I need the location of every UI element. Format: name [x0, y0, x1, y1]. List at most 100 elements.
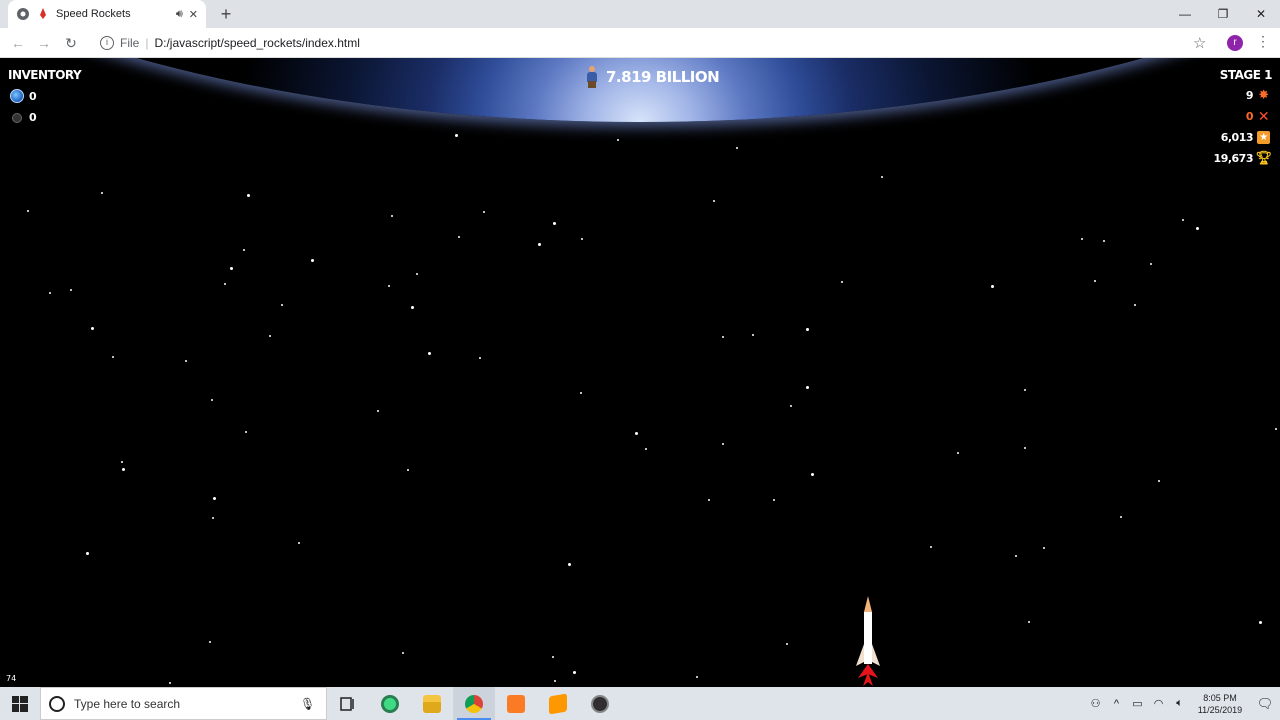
star — [1259, 621, 1262, 624]
address-bar[interactable]: i File | D:/javascript/speed_rockets/ind… — [90, 31, 1220, 55]
star — [708, 499, 710, 501]
bomb-icon — [12, 112, 22, 123]
star — [49, 292, 51, 294]
star — [169, 682, 171, 684]
new-tab-button[interactable]: + — [216, 4, 236, 24]
star — [91, 327, 94, 330]
star — [786, 643, 788, 645]
star — [213, 497, 216, 500]
star — [1158, 480, 1160, 482]
browser-menu-icon[interactable]: ⋮ — [1256, 33, 1270, 50]
info-icon[interactable]: i — [100, 36, 114, 50]
tab-close-icon[interactable]: ✕ — [189, 8, 198, 21]
bomb-count: 0 — [29, 111, 37, 124]
player-rocket[interactable] — [850, 594, 886, 687]
xampp-app[interactable] — [495, 687, 537, 720]
bookmark-star-icon[interactable]: ☆ — [1193, 34, 1206, 52]
clock-time: 8:05 PM — [1203, 692, 1237, 703]
star — [377, 410, 379, 412]
audio-playing-icon[interactable]: 🔊︎ — [176, 8, 183, 21]
star — [580, 392, 582, 394]
star — [1120, 516, 1122, 518]
battery-icon[interactable]: ▭ — [1127, 697, 1148, 710]
star — [212, 517, 214, 519]
maximize-button[interactable]: ❐ — [1204, 0, 1242, 28]
star — [1196, 227, 1199, 230]
star — [101, 192, 103, 194]
star — [112, 356, 114, 358]
game-canvas[interactable]: INVENTORY 0 0 7.819 BILLION STAGE 1 9 ✸ … — [0, 58, 1280, 687]
star — [86, 552, 89, 555]
inventory-title: INVENTORY — [8, 68, 82, 82]
tab-title: Speed Rockets — [56, 8, 131, 20]
task-view-button[interactable] — [327, 687, 369, 720]
star — [552, 656, 554, 658]
profile-avatar[interactable]: r — [1227, 35, 1243, 51]
star — [722, 443, 724, 445]
obs-icon — [591, 694, 609, 713]
reload-button[interactable]: ↻ — [61, 33, 81, 53]
star — [185, 360, 187, 362]
misses-stat: 0 ✕ — [1246, 108, 1270, 125]
shield-icon — [10, 89, 24, 103]
score-stat: 6,013 ★ — [1221, 131, 1270, 144]
taskbar-search-input[interactable]: Type here to search 🎙︎ — [40, 687, 327, 720]
inventory-bombs: 0 — [10, 111, 37, 124]
back-button[interactable]: ← — [8, 33, 28, 53]
star — [773, 499, 775, 501]
inventory-shields: 0 — [10, 89, 37, 103]
obs-app[interactable] — [579, 687, 621, 720]
microphone-icon[interactable]: 🎙︎ — [300, 697, 316, 711]
population-display: 7.819 BILLION — [586, 66, 720, 88]
address-scheme: File — [120, 36, 140, 50]
trophy-icon: 🏆︎ — [1255, 151, 1273, 166]
chrome-app[interactable] — [453, 687, 495, 720]
miss-x-icon: ✕ — [1257, 108, 1270, 125]
star — [411, 306, 414, 309]
star — [635, 432, 638, 435]
star — [281, 304, 283, 306]
star — [70, 289, 72, 291]
volume-icon[interactable]: 🔈︎ — [1169, 697, 1190, 710]
close-window-button[interactable]: ✕ — [1242, 0, 1280, 28]
start-button[interactable] — [0, 687, 40, 720]
star — [790, 405, 792, 407]
fps-counter: 74 — [6, 674, 17, 683]
star — [1103, 240, 1105, 242]
action-center-icon[interactable]: 🗨︎ — [1250, 696, 1280, 712]
android-studio-icon — [381, 694, 399, 713]
star — [1275, 428, 1277, 430]
star — [806, 386, 809, 389]
minimize-button[interactable]: — — [1166, 0, 1204, 28]
hits-value: 9 — [1245, 89, 1254, 102]
file-explorer-icon — [423, 694, 441, 713]
file-explorer-app[interactable] — [411, 687, 453, 720]
star — [696, 676, 698, 678]
star — [841, 281, 843, 283]
android-studio-app[interactable] — [369, 687, 411, 720]
star — [311, 259, 314, 262]
star — [554, 680, 556, 682]
sublime-text-app[interactable] — [537, 687, 579, 720]
star — [806, 328, 809, 331]
star — [1043, 547, 1045, 549]
star — [991, 285, 994, 288]
address-url: D:/javascript/speed_rockets/index.html — [154, 36, 360, 50]
high-score-stat: 19,673 🏆︎ — [1214, 151, 1273, 166]
star — [211, 399, 213, 401]
star — [1015, 555, 1017, 557]
people-icon[interactable]: ⚇ — [1085, 697, 1106, 710]
taskbar-clock[interactable]: 8:05 PM 11/25/2019 — [1190, 692, 1250, 716]
person-icon — [586, 66, 598, 88]
browser-toolbar: ← → ↻ i File | D:/javascript/speed_rocke… — [0, 28, 1280, 58]
system-tray: ⚇ ^ ▭ ◠ 🔈︎ 8:05 PM 11/25/2019 🗨︎ — [1085, 687, 1280, 720]
wifi-icon[interactable]: ◠ — [1148, 697, 1169, 710]
forward-button[interactable]: → — [34, 33, 54, 53]
search-placeholder: Type here to search — [74, 696, 181, 711]
star — [402, 652, 404, 654]
star — [247, 194, 250, 197]
star — [483, 211, 485, 213]
star — [428, 352, 431, 355]
tray-chevron-icon[interactable]: ^ — [1106, 698, 1127, 710]
tab-speed-rockets[interactable]: Speed Rockets 🔊︎ ✕ — [8, 0, 206, 28]
